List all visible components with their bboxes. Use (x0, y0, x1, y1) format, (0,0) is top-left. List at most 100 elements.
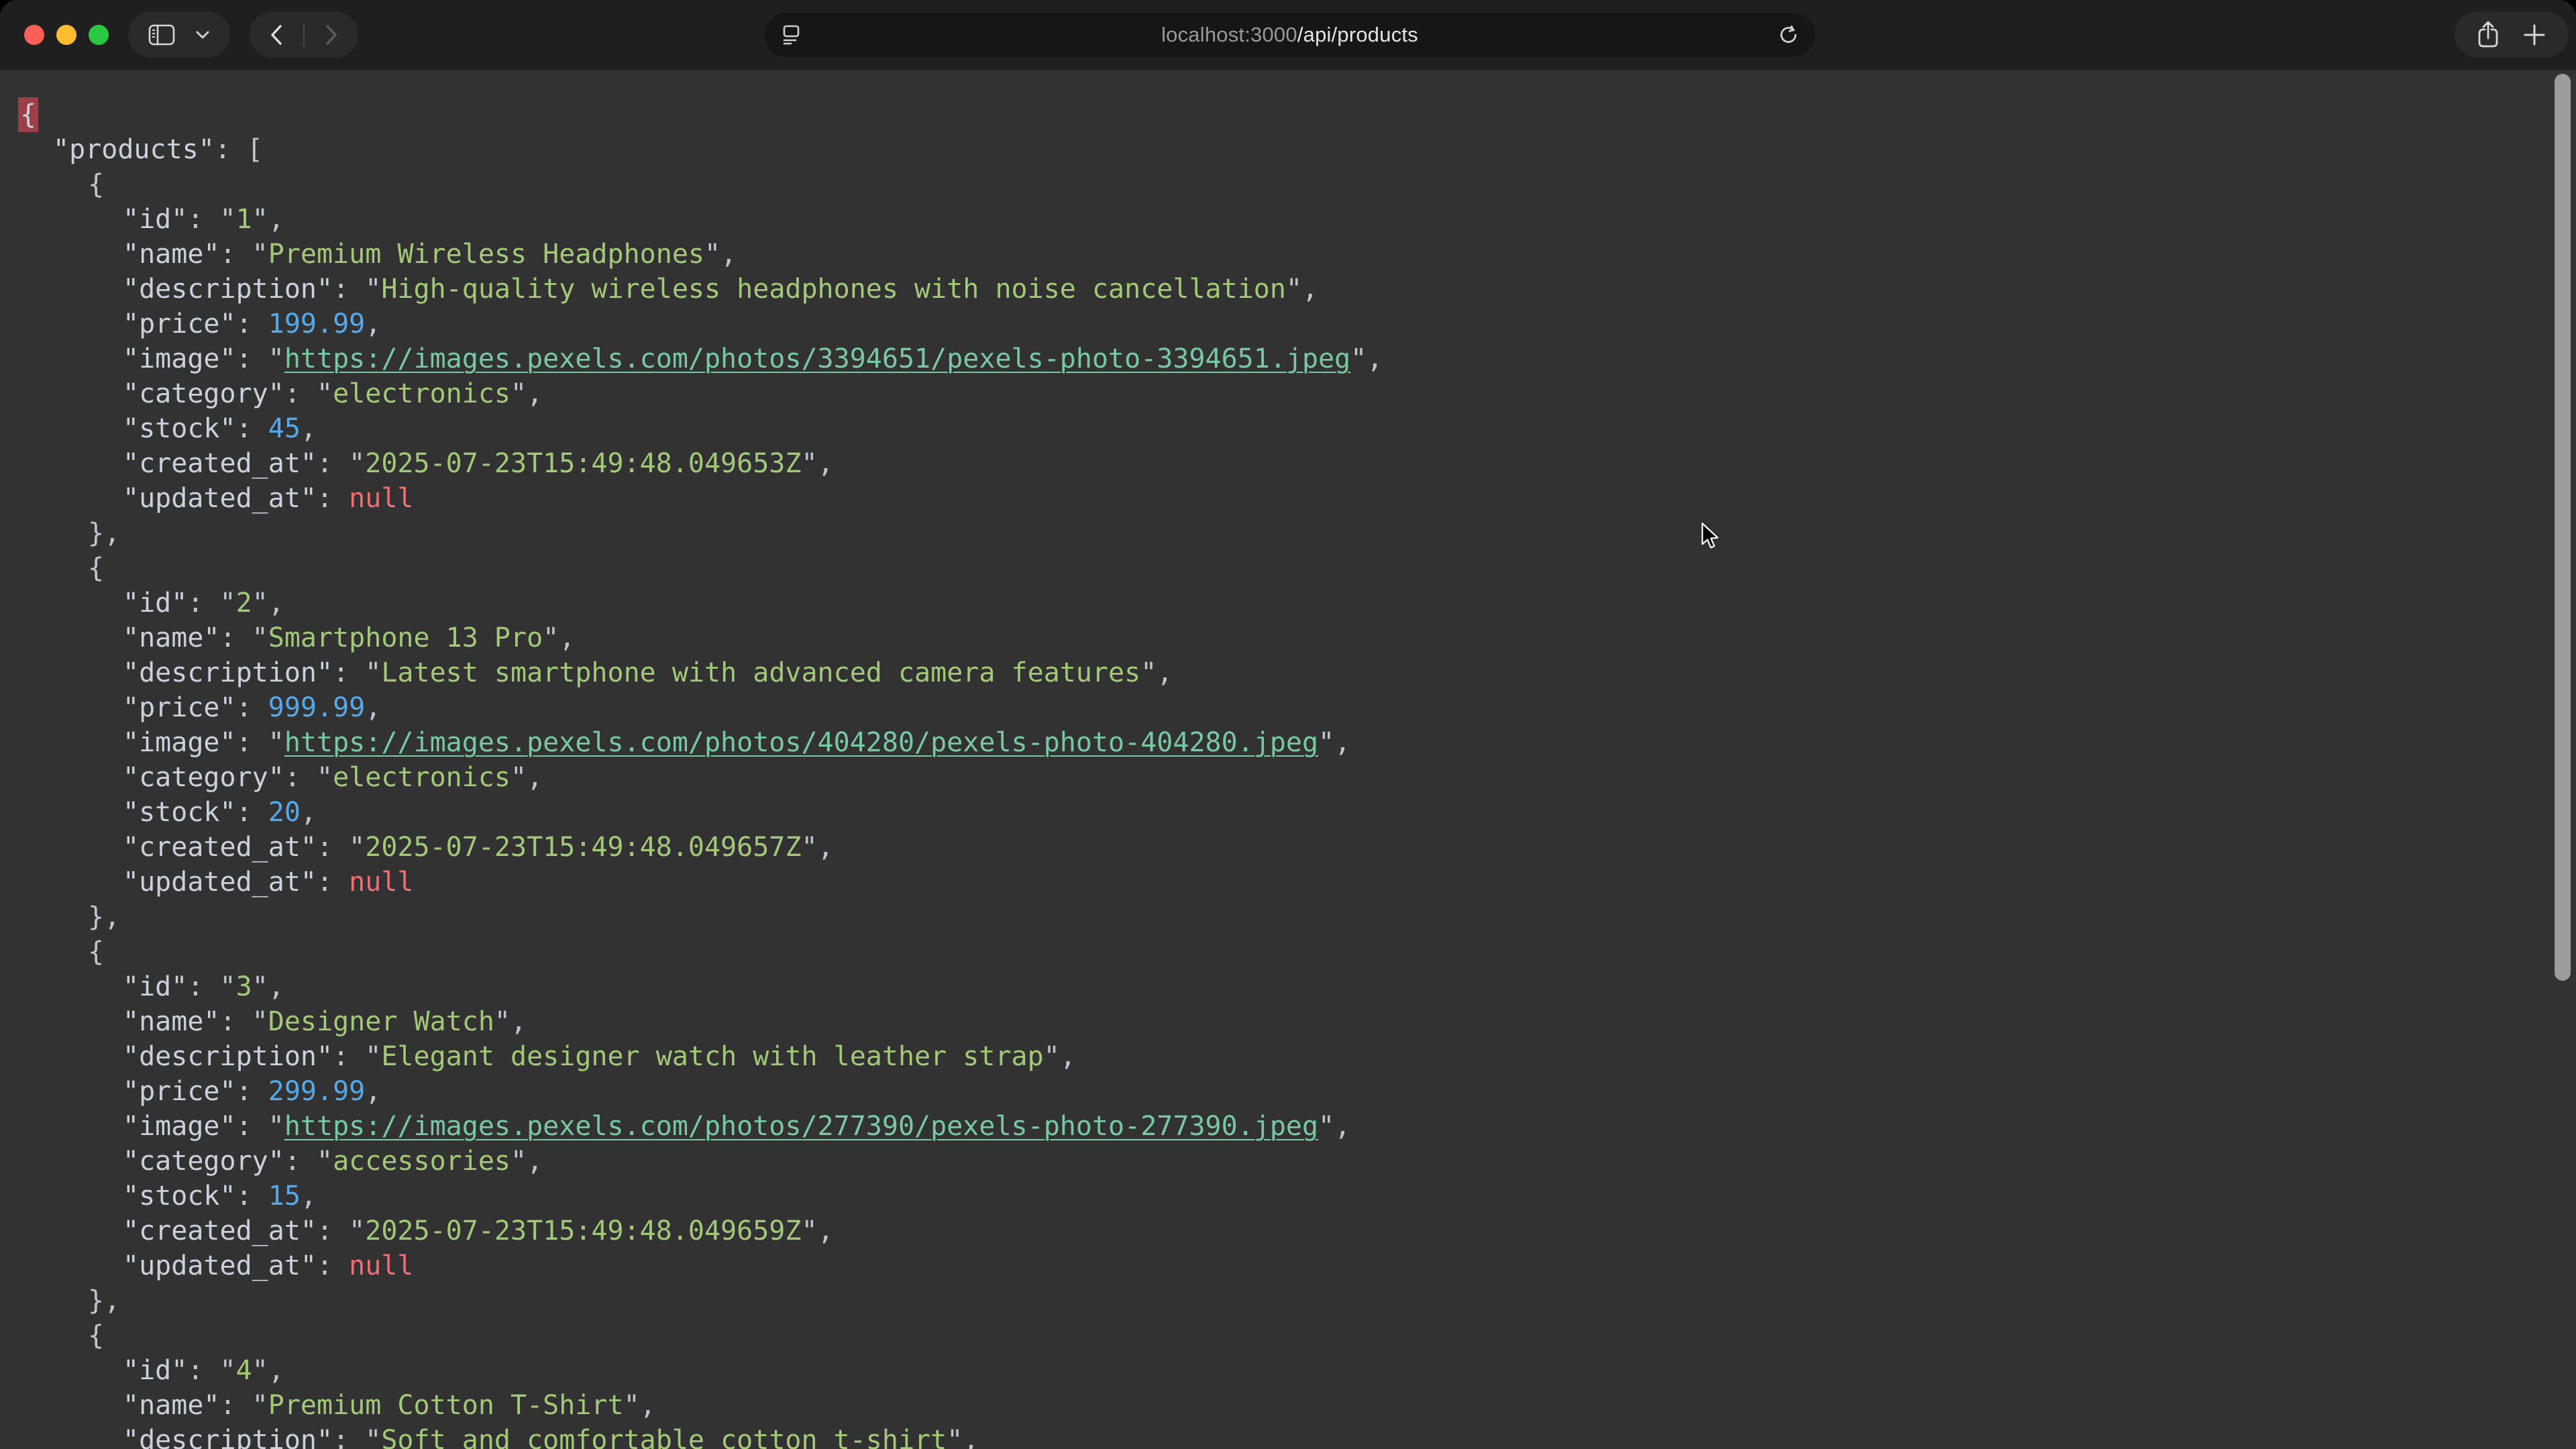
minimize-button[interactable] (56, 25, 76, 45)
zoom-button[interactable] (89, 25, 109, 45)
json-token: " (1350, 343, 1366, 374)
json-token: , (365, 309, 381, 339)
json-token: " (365, 657, 381, 688)
json-response-view: {"products": [{"id": "1","name": "Premiu… (0, 70, 2576, 1449)
json-link[interactable]: https://images.pexels.com/photos/277390/… (284, 1111, 1318, 1142)
json-token: : (220, 623, 252, 653)
json-number: 299.99 (268, 1076, 366, 1107)
json-link[interactable]: https://images.pexels.com/photos/404280/… (284, 727, 1318, 758)
json-token: : (236, 1076, 268, 1107)
highlighted-open-brace: { (18, 97, 38, 132)
json-token: " (252, 1390, 268, 1421)
json-string: Smartphone 13 Pro (268, 623, 543, 653)
json-key: "price" (123, 309, 236, 339)
chevron-down-icon[interactable] (195, 30, 210, 40)
json-string: 2 (236, 588, 252, 619)
json-token: , (301, 797, 317, 828)
json-line: "price": 999.99, (18, 690, 2576, 725)
json-key: "updated_at" (123, 483, 317, 514)
json-token: , (1334, 727, 1350, 758)
json-key: "category" (123, 1146, 284, 1177)
json-token: " (317, 762, 333, 793)
json-key: "description" (123, 657, 333, 688)
json-token: : (236, 1181, 268, 1212)
json-token: }, (88, 902, 120, 932)
json-key: "name" (123, 623, 220, 653)
json-key: "category" (123, 762, 284, 793)
json-link[interactable]: https://images.pexels.com/photos/3394651… (284, 343, 1350, 374)
json-token: : (317, 1250, 349, 1281)
json-token: " (317, 1146, 333, 1177)
json-token: " (220, 1355, 236, 1386)
forward-button[interactable] (325, 24, 338, 46)
json-string: accessories (333, 1146, 511, 1177)
json-token: " (365, 1041, 381, 1072)
json-token: " (1318, 727, 1334, 758)
json-line: "description": "Latest smartphone with a… (18, 655, 2576, 690)
json-token: : (284, 1146, 317, 1177)
json-token: " (252, 1006, 268, 1037)
json-key: "created_at" (123, 1216, 317, 1246)
json-string: Latest smartphone with advanced camera f… (381, 657, 1140, 688)
json-key: "updated_at" (123, 1250, 317, 1281)
json-number: 999.99 (268, 692, 366, 723)
sidebar-toggle-icon[interactable] (148, 24, 175, 46)
json-token: , (511, 1006, 527, 1037)
json-number: 45 (268, 413, 301, 444)
json-token: : (187, 588, 219, 619)
json-token: , (527, 1146, 543, 1177)
json-line: "updated_at": null (18, 481, 2576, 516)
new-tab-icon[interactable] (2522, 22, 2547, 48)
json-token: " (252, 588, 268, 619)
json-string: electronics (333, 762, 511, 793)
json-line: "category": "electronics", (18, 760, 2576, 795)
json-line: }, (18, 1283, 2576, 1318)
address-bar[interactable]: localhost:3000/api/products (764, 13, 1815, 57)
json-token: : (187, 204, 219, 235)
scrollbar-thumb[interactable] (2555, 74, 2571, 981)
json-line: { (18, 97, 2576, 132)
json-token: , (268, 971, 284, 1002)
json-line: "created_at": "2025-07-23T15:49:48.04965… (18, 1214, 2576, 1248)
json-line: "stock": 45, (18, 411, 2576, 446)
json-line: "category": "accessories", (18, 1144, 2576, 1179)
json-token: " (365, 1425, 381, 1449)
json-line: { (18, 934, 2576, 969)
json-token: { (88, 553, 104, 584)
json-line: "name": "Designer Watch", (18, 1004, 2576, 1039)
json-line: "stock": 20, (18, 795, 2576, 830)
json-key: "description" (123, 1041, 333, 1072)
json-token: " (1318, 1111, 1334, 1142)
reload-icon[interactable] (1778, 24, 1799, 46)
browser-toolbar: localhost:3000/api/products (0, 0, 2576, 70)
nav-divider (303, 23, 305, 47)
url-text: localhost:3000/api/products (764, 23, 1815, 47)
json-line: "created_at": "2025-07-23T15:49:48.04965… (18, 446, 2576, 481)
json-token: : (317, 832, 349, 863)
json-token: : (236, 692, 268, 723)
json-key: "id" (123, 588, 187, 619)
json-token: " (511, 762, 527, 793)
json-token: " (704, 239, 720, 270)
close-button[interactable] (24, 25, 44, 45)
json-key: "image" (123, 727, 236, 758)
json-token: " (947, 1425, 963, 1449)
json-key: "name" (123, 239, 220, 270)
json-token: " (268, 727, 284, 758)
json-token: , (1060, 1041, 1076, 1072)
share-icon[interactable] (2476, 20, 2500, 50)
json-key: "image" (123, 343, 236, 374)
json-key: "updated_at" (123, 867, 317, 898)
json-token: , (818, 448, 834, 479)
json-line: "category": "electronics", (18, 376, 2576, 411)
json-token: " (252, 239, 268, 270)
json-token: , (301, 413, 317, 444)
json-token: , (268, 588, 284, 619)
json-line: { (18, 167, 2576, 202)
json-token: " (317, 378, 333, 409)
back-button[interactable] (270, 24, 283, 46)
json-line: "id": "2", (18, 586, 2576, 621)
json-key: "id" (123, 204, 187, 235)
json-string: Elegant designer watch with leather stra… (381, 1041, 1043, 1072)
url-host: localhost:3000 (1161, 23, 1297, 46)
